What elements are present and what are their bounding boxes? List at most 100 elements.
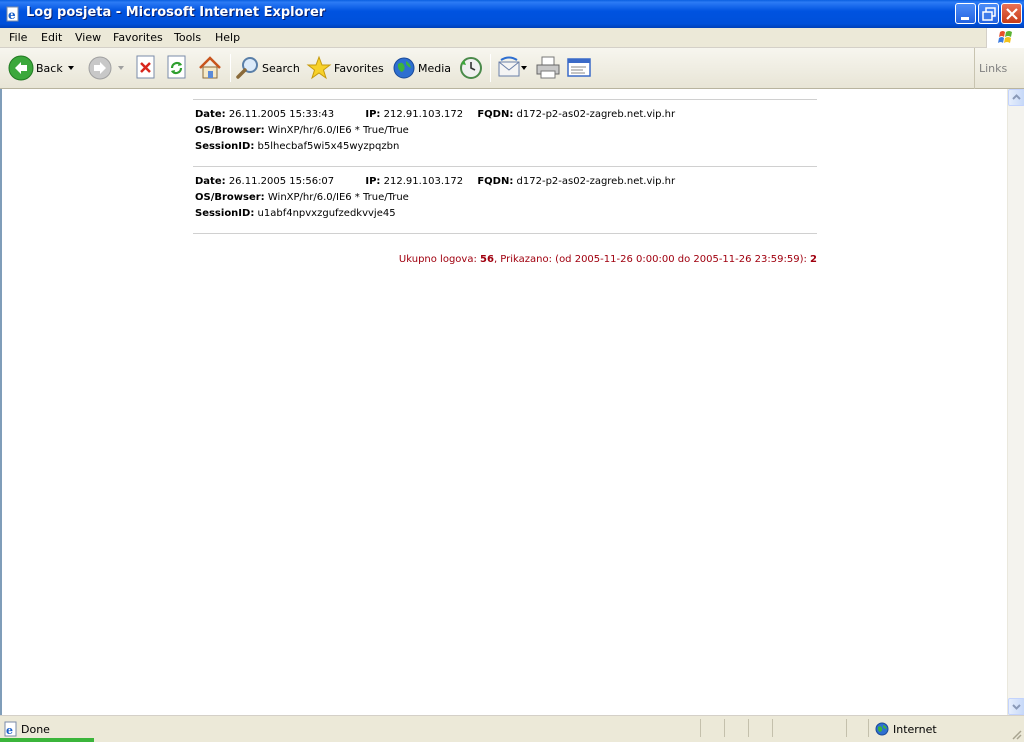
entry-row-session: SessionID: b5lhecbaf5wi5x45wyzpqzbn: [195, 141, 399, 152]
entry-row-os: OS/Browser: WinXP/hr/6.0/IE6 * True/True: [195, 125, 409, 136]
os-browser-value: WinXP/hr/6.0/IE6 * True/True: [267, 192, 409, 203]
entry-divider: [193, 233, 817, 234]
shown-prefix: , Prikazano: (od 2005-11-26 0:00:00 do 2…: [493, 254, 811, 265]
back-button[interactable]: Back: [8, 52, 78, 84]
windows-logo-icon: [986, 28, 1024, 48]
vertical-scrollbar[interactable]: [1007, 89, 1024, 715]
restore-button[interactable]: [978, 3, 999, 24]
forward-button[interactable]: [87, 52, 125, 84]
date-label: Date:: [195, 109, 226, 120]
fqdn-label: FQDN:: [477, 176, 514, 187]
links-bar[interactable]: Links: [974, 48, 1024, 89]
star-icon: [306, 55, 332, 80]
os-browser-label: OS/Browser:: [195, 125, 265, 136]
svg-text:e: e: [8, 8, 16, 22]
ip-label: IP:: [365, 109, 381, 120]
total-prefix: Ukupno logova:: [398, 254, 481, 265]
menu-favorites[interactable]: Favorites: [113, 31, 163, 44]
forward-arrow-icon: [88, 56, 112, 80]
taskbar-strip: [0, 738, 94, 742]
session-label: SessionID:: [195, 141, 255, 152]
status-cell: [724, 719, 725, 737]
status-cell: [772, 719, 773, 737]
links-label: Links: [979, 62, 1008, 75]
status-cell: [868, 719, 869, 737]
fqdn-value: d172-p2-as02-zagreb.net.vip.hr: [516, 109, 676, 120]
search-label: Search: [262, 62, 300, 75]
session-label: SessionID:: [195, 208, 255, 219]
menu-edit[interactable]: Edit: [41, 31, 62, 44]
mail-button[interactable]: [497, 52, 531, 84]
status-bar: e Done Internet: [0, 715, 1024, 742]
ip-label: IP:: [365, 176, 381, 187]
os-browser-label: OS/Browser:: [195, 192, 265, 203]
edit-button[interactable]: [566, 52, 592, 84]
scroll-down-button[interactable]: [1008, 698, 1024, 715]
status-cell: [748, 719, 749, 737]
window-title: Log posjeta - Microsoft Internet Explore…: [26, 5, 326, 20]
close-button[interactable]: [1001, 3, 1022, 24]
entry-divider: [193, 166, 817, 167]
log-summary: Ukupno logova: 56, Prikazano: (od 2005-1…: [193, 254, 817, 265]
date-value: 26.11.2005 15:56:07: [228, 176, 335, 187]
menu-file[interactable]: File: [9, 31, 27, 44]
media-button[interactable]: Media: [391, 52, 451, 84]
printer-icon: [536, 56, 560, 79]
date-value: 26.11.2005 15:33:43: [228, 109, 335, 120]
title-bar[interactable]: e Log posjeta - Microsoft Internet Explo…: [0, 0, 1024, 28]
shown-count: 2: [810, 254, 817, 265]
refresh-button[interactable]: [166, 52, 190, 84]
home-icon: [199, 56, 221, 79]
page-done-icon: e: [4, 721, 17, 737]
mail-dropdown-icon[interactable]: [521, 66, 529, 72]
page-content: Date: 26.11.2005 15:33:43 IP: 212.91.103…: [0, 89, 1007, 715]
entry-row-main: Date: 26.11.2005 15:33:43 IP: 212.91.103…: [195, 109, 675, 120]
favorites-label: Favorites: [334, 62, 384, 75]
status-cell: [846, 719, 847, 737]
search-button[interactable]: Search: [235, 52, 300, 84]
entry-row-main: Date: 26.11.2005 15:56:07 IP: 212.91.103…: [195, 176, 675, 187]
favorites-button[interactable]: Favorites: [306, 52, 384, 84]
ip-value: 212.91.103.172: [383, 176, 464, 187]
resize-grip-icon[interactable]: [1010, 728, 1022, 740]
date-label: Date:: [195, 176, 226, 187]
fqdn-label: FQDN:: [477, 109, 514, 120]
entry-row-os: OS/Browser: WinXP/hr/6.0/IE6 * True/True: [195, 192, 409, 203]
media-label: Media: [418, 62, 452, 75]
menu-tools[interactable]: Tools: [174, 31, 201, 44]
menu-view[interactable]: View: [75, 31, 101, 44]
forward-dropdown-icon[interactable]: [118, 66, 126, 72]
status-cell: [700, 719, 701, 737]
back-label: Back: [36, 62, 63, 75]
refresh-icon: [167, 55, 186, 79]
edit-page-icon: [567, 58, 591, 77]
stop-button[interactable]: [135, 52, 159, 84]
minimize-icon: [961, 17, 969, 20]
os-browser-value: WinXP/hr/6.0/IE6 * True/True: [267, 125, 409, 136]
fqdn-value: d172-p2-as02-zagreb.net.vip.hr: [516, 176, 676, 187]
ip-value: 212.91.103.172: [383, 109, 464, 120]
toolbar: Back Search Favorites Media Links: [0, 48, 1024, 89]
scroll-up-button[interactable]: [1008, 89, 1024, 106]
chevron-up-icon: [1012, 94, 1021, 100]
restore-icon: [982, 7, 996, 21]
media-globe-icon: [393, 57, 415, 79]
print-button[interactable]: [535, 52, 561, 84]
menu-help[interactable]: Help: [215, 31, 240, 44]
back-dropdown-icon[interactable]: [68, 66, 76, 72]
search-icon: [236, 57, 258, 79]
minimize-button[interactable]: [955, 3, 976, 24]
close-icon: [1006, 8, 1018, 20]
session-value: u1abf4npvxzgufzedkvvje45: [257, 208, 396, 219]
security-zone: Internet: [893, 723, 937, 736]
home-button[interactable]: [197, 52, 223, 84]
toolbar-separator: [230, 54, 231, 82]
session-value: b5lhecbaf5wi5x45wyzpqzbn: [257, 141, 400, 152]
back-arrow-icon: [8, 55, 34, 81]
toolbar-separator: [490, 54, 491, 82]
stop-icon: [136, 55, 155, 79]
history-button[interactable]: [458, 52, 484, 84]
menu-bar: File Edit View Favorites Tools Help: [0, 28, 1024, 48]
total-count: 56: [480, 254, 494, 265]
chevron-down-icon: [1012, 704, 1021, 710]
